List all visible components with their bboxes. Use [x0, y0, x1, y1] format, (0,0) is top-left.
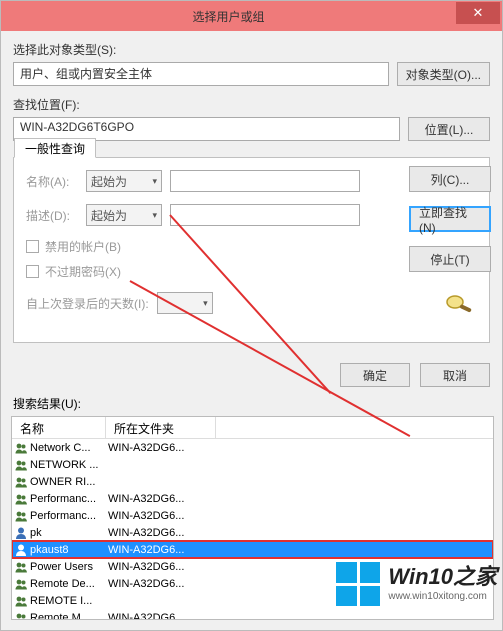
object-types-button[interactable]: 对象类型(O)...	[397, 62, 490, 86]
desc-match-select[interactable]: 起始为 ▾	[86, 204, 162, 226]
object-type-field[interactable]: 用户、组或内置安全主体	[13, 62, 389, 86]
item-folder: WIN-A32DG6...	[106, 510, 216, 522]
list-item[interactable]: Remote M...WIN-A32DG6...	[12, 609, 493, 620]
watermark-brand: Win10之家	[388, 566, 497, 588]
name-match-select[interactable]: 起始为 ▾	[86, 170, 162, 192]
tab-common-queries[interactable]: 一般性查询	[14, 138, 96, 158]
item-folder: WIN-A32DG6...	[106, 561, 216, 573]
list-item[interactable]: Performanc...WIN-A32DG6...	[12, 490, 493, 507]
col-name[interactable]: 名称	[12, 417, 106, 438]
group-icon	[12, 509, 30, 523]
side-button-column: 列(C)... 立即查找(N) 停止(T)	[409, 166, 491, 272]
group-icon	[12, 611, 30, 621]
item-name: pkaust8	[30, 544, 106, 556]
ok-button[interactable]: 确定	[340, 363, 410, 387]
days-since-label: 自上次登录后的天数(I):	[26, 295, 149, 312]
results-label: 搜索结果(U):	[13, 395, 502, 412]
item-folder: WIN-A32DG6...	[106, 493, 216, 505]
group-icon	[12, 594, 30, 608]
magnifier-icon	[441, 292, 477, 314]
col-folder[interactable]: 所在文件夹	[106, 417, 216, 438]
item-name: Remote M...	[30, 612, 106, 621]
group-icon	[12, 492, 30, 506]
group-icon	[12, 458, 30, 472]
item-name: OWNER RI...	[30, 476, 106, 488]
chevron-down-icon: ▾	[203, 298, 208, 309]
list-item[interactable]: Network C...WIN-A32DG6...	[12, 439, 493, 456]
group-icon	[12, 577, 30, 591]
user-icon	[12, 526, 30, 540]
chevron-down-icon: ▾	[152, 210, 157, 221]
item-name: Performanc...	[30, 510, 106, 522]
item-name: REMOTE I...	[30, 595, 106, 607]
watermark-url: www.win10xitong.com	[388, 592, 497, 602]
find-now-button[interactable]: 立即查找(N)	[409, 206, 491, 232]
list-item[interactable]: pkaust8WIN-A32DG6...	[12, 541, 493, 558]
item-name: Network C...	[30, 442, 106, 454]
columns-button[interactable]: 列(C)...	[409, 166, 491, 192]
watermark: Win10之家 www.win10xitong.com	[336, 562, 497, 606]
list-header[interactable]: 名称 所在文件夹	[12, 417, 493, 439]
item-name: pk	[30, 527, 106, 539]
group-icon	[12, 441, 30, 455]
disabled-accounts-checkbox[interactable]	[26, 240, 39, 253]
group-icon	[12, 475, 30, 489]
locations-button[interactable]: 位置(L)...	[408, 117, 490, 141]
list-item[interactable]: pkWIN-A32DG6...	[12, 524, 493, 541]
item-name: Remote De...	[30, 578, 106, 590]
item-name: Performanc...	[30, 493, 106, 505]
cancel-button[interactable]: 取消	[420, 363, 490, 387]
list-item[interactable]: OWNER RI...	[12, 473, 493, 490]
name-label: 名称(A):	[26, 173, 78, 190]
item-folder: WIN-A32DG6...	[106, 544, 216, 556]
item-folder: WIN-A32DG6...	[106, 578, 216, 590]
user-icon	[12, 543, 30, 557]
item-folder: WIN-A32DG6...	[106, 612, 216, 621]
action-row: 确定 取消	[1, 363, 490, 387]
item-folder: WIN-A32DG6...	[106, 442, 216, 454]
windows-logo-icon	[336, 562, 380, 606]
close-icon: ✕	[473, 5, 484, 21]
nonexpiring-password-checkbox[interactable]	[26, 265, 39, 278]
disabled-accounts-label: 禁用的帐户(B)	[45, 238, 121, 255]
object-type-label: 选择此对象类型(S):	[13, 41, 490, 58]
dialog-window: 选择用户或组 ✕ 选择此对象类型(S): 用户、组或内置安全主体 对象类型(O)…	[0, 0, 503, 631]
desc-input[interactable]	[170, 204, 360, 226]
list-item[interactable]: NETWORK ...	[12, 456, 493, 473]
window-title: 选择用户或组	[1, 8, 456, 25]
item-name: NETWORK ...	[30, 459, 106, 471]
item-name: Power Users	[30, 561, 106, 573]
group-icon	[12, 560, 30, 574]
desc-label: 描述(D):	[26, 207, 78, 224]
list-item[interactable]: Performanc...WIN-A32DG6...	[12, 507, 493, 524]
titlebar[interactable]: 选择用户或组 ✕	[1, 1, 502, 31]
chevron-down-icon: ▾	[152, 176, 157, 187]
close-button[interactable]: ✕	[456, 2, 500, 24]
item-folder: WIN-A32DG6...	[106, 527, 216, 539]
nonexpiring-password-label: 不过期密码(X)	[45, 263, 121, 280]
name-input[interactable]	[170, 170, 360, 192]
location-label: 查找位置(F):	[13, 96, 490, 113]
stop-button[interactable]: 停止(T)	[409, 246, 491, 272]
